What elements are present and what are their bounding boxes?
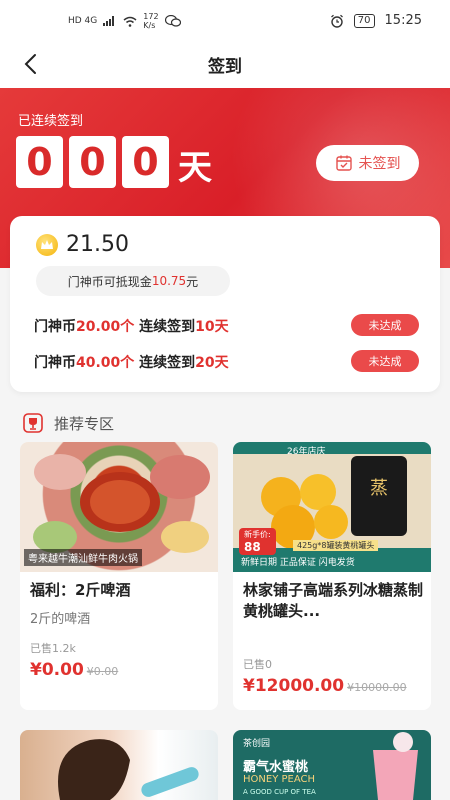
cash-prefix: 门神币可抵现金 bbox=[67, 274, 152, 289]
task-status-button[interactable]: 未达成 bbox=[351, 350, 419, 372]
task-status-button[interactable]: 未达成 bbox=[351, 314, 419, 336]
product-image: 粤来越牛潮汕鲜牛肉火锅 bbox=[20, 442, 218, 572]
product-price-row: ¥0.00 ¥0.00 bbox=[30, 660, 118, 680]
wifi-icon bbox=[123, 16, 137, 27]
cash-equivalent: 门神币可抵现金 10.75 元 bbox=[36, 266, 230, 296]
speed-value: 172 bbox=[143, 12, 159, 21]
streak-counter: 0 0 0 bbox=[16, 136, 169, 188]
product-card[interactable]: 茶创园 霸气水蜜桃 HONEY PEACH A GOOD CUP OF TEA bbox=[233, 730, 431, 800]
coin-balance: 21.50 bbox=[66, 232, 129, 257]
signin-button-label: 未签到 bbox=[358, 156, 401, 172]
clock: 15:25 bbox=[384, 13, 422, 28]
new-user-badge: 新手价: 88 bbox=[239, 528, 276, 555]
page-title: 签到 bbox=[208, 57, 242, 77]
product-sold: 已售0 bbox=[243, 658, 272, 671]
product-card[interactable]: 26年店庆 蒸 新手价: 88 425g*8罐装黄桃罐头 新鲜日期 正品保证 闪… bbox=[233, 442, 431, 710]
new-user-badge-label: 新手价: bbox=[244, 530, 271, 539]
product-name: 福利：2斤啤酒 bbox=[30, 581, 131, 599]
cash-suffix: 元 bbox=[186, 274, 199, 289]
chat-app-icon bbox=[164, 15, 181, 27]
product-image: 26年店庆 蒸 新手价: 88 425g*8罐装黄桃罐头 新鲜日期 正品保证 闪… bbox=[233, 442, 431, 572]
crown-coin-icon bbox=[36, 233, 58, 256]
product-image-strip: 425g*8罐装黄桃罐头 bbox=[293, 540, 379, 551]
task-coin-amount: 40.00个 bbox=[76, 355, 135, 371]
battery-indicator: 70 bbox=[353, 13, 375, 28]
product-price: ¥12000.00 bbox=[243, 676, 345, 696]
coin-balance-row: 21.50 bbox=[36, 232, 129, 257]
product-card[interactable] bbox=[20, 730, 218, 800]
streak-digit: 0 bbox=[69, 136, 116, 188]
reward-task: 门神币40.00个 连续签到20天 bbox=[34, 352, 229, 372]
streak-digit: 0 bbox=[122, 136, 169, 188]
task-middle: 连续签到 bbox=[134, 319, 196, 335]
task-prefix: 门神币 bbox=[34, 319, 76, 335]
product-image: 茶创园 霸气水蜜桃 HONEY PEACH A GOOD CUP OF TEA bbox=[233, 730, 431, 800]
recommend-section-header: 推荐专区 bbox=[22, 412, 114, 434]
product-price: ¥0.00 bbox=[30, 660, 84, 680]
status-right: 70 15:25 bbox=[330, 13, 422, 28]
streak-unit: 天 bbox=[178, 148, 212, 188]
task-prefix: 门神币 bbox=[34, 355, 76, 371]
signal-icon bbox=[103, 16, 115, 26]
product-sold: 已售1.2k bbox=[30, 642, 76, 655]
signin-button[interactable]: 未签到 bbox=[316, 145, 419, 181]
product-name: 林家铺子高端系列冰糖蒸制黄桃罐头... bbox=[243, 581, 424, 620]
trophy-icon bbox=[23, 413, 43, 433]
product-subtitle: 2斤的啤酒 bbox=[30, 612, 91, 627]
speed-unit: K/s bbox=[143, 21, 156, 30]
task-days: 20天 bbox=[195, 355, 229, 371]
calendar-icon bbox=[335, 155, 352, 171]
product-image-caption: 粤来越牛潮汕鲜牛肉火锅 bbox=[24, 549, 142, 566]
streak-digit: 0 bbox=[16, 136, 63, 188]
task-days: 10天 bbox=[195, 319, 229, 335]
product-price-row: ¥12000.00 ¥10000.00 bbox=[243, 676, 407, 696]
nav-bar: 签到 bbox=[0, 40, 450, 88]
cash-value: 10.75 bbox=[151, 274, 187, 288]
task-coin-amount: 20.00个 bbox=[76, 319, 135, 335]
alarm-icon bbox=[330, 14, 343, 28]
product-original-price: ¥10000.00 bbox=[347, 681, 407, 694]
task-middle: 连续签到 bbox=[134, 355, 196, 371]
product-card[interactable]: 粤来越牛潮汕鲜牛肉火锅 福利：2斤啤酒 2斤的啤酒 已售1.2k ¥0.00 ¥0… bbox=[20, 442, 218, 710]
svg-text:蒸: 蒸 bbox=[370, 478, 388, 499]
product-image bbox=[20, 730, 218, 800]
product-image-strip2: 新鲜日期 正品保证 闪电发货 bbox=[241, 558, 355, 568]
section-title: 推荐专区 bbox=[54, 414, 115, 433]
network-indicator: HD 4G bbox=[68, 16, 98, 26]
reward-task: 门神币20.00个 连续签到10天 bbox=[34, 316, 229, 336]
status-left: HD 4G 172 K/s bbox=[68, 12, 181, 30]
product-original-price: ¥0.00 bbox=[86, 665, 119, 678]
status-bar: HD 4G 172 K/s 70 15:25 bbox=[0, 0, 450, 40]
streak-label: 已连续签到 bbox=[18, 114, 84, 129]
new-user-badge-value: 88 bbox=[244, 540, 261, 554]
coin-card: 21.50 门神币可抵现金 10.75 元 门神币20.00个 连续签到10天 … bbox=[10, 216, 440, 392]
